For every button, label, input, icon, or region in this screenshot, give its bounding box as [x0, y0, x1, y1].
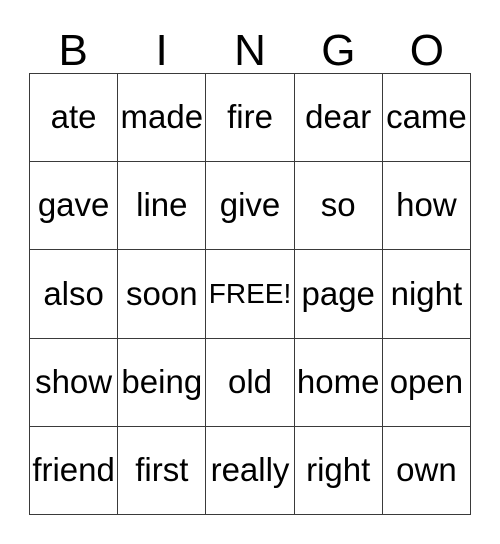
- bingo-cell-b2[interactable]: gave: [30, 162, 119, 251]
- bingo-cell-label: give: [219, 186, 281, 224]
- free-space-label: FREE!: [208, 278, 292, 310]
- bingo-cell-g5[interactable]: right: [294, 426, 383, 515]
- bingo-cell-b3[interactable]: also: [30, 250, 119, 339]
- bingo-cell-i4[interactable]: being: [118, 338, 207, 427]
- bingo-cell-label: fire: [227, 98, 273, 136]
- bingo-cell-label: gave: [37, 186, 110, 224]
- bingo-cell-label: ate: [50, 98, 97, 136]
- header-letter-g: G: [321, 26, 356, 75]
- bingo-cell-i1[interactable]: made: [118, 74, 207, 163]
- bingo-cell-free[interactable]: FREE!: [206, 250, 295, 339]
- bingo-row: friend first really right own: [30, 426, 472, 515]
- bingo-cell-g2[interactable]: so: [294, 162, 383, 251]
- bingo-cell-label: so: [320, 186, 356, 224]
- bingo-row: gave line give so how: [30, 162, 472, 251]
- bingo-cell-label: show: [35, 362, 113, 400]
- bingo-cell-label: line: [136, 186, 188, 224]
- bingo-row: ate made fire dear came: [30, 74, 472, 163]
- bingo-cell-label: own: [396, 451, 457, 489]
- bingo-header: B I N G O: [29, 24, 471, 73]
- bingo-cell-label: being: [121, 362, 203, 400]
- bingo-cell-label: came: [386, 98, 467, 136]
- bingo-cell-label: soon: [126, 274, 198, 312]
- bingo-cell-o5[interactable]: own: [382, 426, 472, 515]
- bingo-cell-i3[interactable]: soon: [118, 250, 207, 339]
- bingo-cell-n1[interactable]: fire: [206, 74, 295, 163]
- bingo-cell-b5[interactable]: friend: [30, 426, 119, 515]
- bingo-row: also soon FREE! page night: [30, 250, 472, 339]
- bingo-cell-b1[interactable]: ate: [30, 74, 119, 163]
- bingo-cell-g1[interactable]: dear: [294, 74, 383, 163]
- bingo-cell-n4[interactable]: old: [206, 338, 295, 427]
- bingo-cell-i2[interactable]: line: [118, 162, 207, 251]
- bingo-cell-b4[interactable]: show: [30, 338, 119, 427]
- bingo-cell-g4[interactable]: home: [294, 338, 383, 427]
- bingo-cell-o4[interactable]: open: [382, 338, 472, 427]
- bingo-cell-label: home: [296, 362, 380, 400]
- bingo-cell-label: open: [389, 362, 464, 400]
- bingo-cell-label: also: [43, 274, 104, 312]
- bingo-grid: ate made fire dear came gave line give s…: [29, 73, 472, 515]
- bingo-cell-label: made: [120, 98, 204, 136]
- bingo-cell-n5[interactable]: really: [206, 426, 295, 515]
- header-letter-n: N: [234, 26, 266, 75]
- header-letter-i: I: [155, 26, 168, 75]
- bingo-cell-label: page: [301, 274, 375, 312]
- bingo-cell-label: how: [396, 186, 457, 224]
- bingo-row: show being old home open: [30, 338, 472, 427]
- bingo-cell-o3[interactable]: night: [382, 250, 472, 339]
- bingo-cell-n2[interactable]: give: [206, 162, 295, 251]
- header-letter-o: O: [409, 26, 444, 75]
- bingo-card: B I N G O ate made fire dear came gave l…: [29, 24, 472, 515]
- bingo-cell-g3[interactable]: page: [294, 250, 383, 339]
- bingo-cell-i5[interactable]: first: [118, 426, 207, 515]
- header-letter-b: B: [58, 26, 88, 75]
- bingo-cell-label: night: [390, 274, 463, 312]
- bingo-cell-o2[interactable]: how: [382, 162, 472, 251]
- bingo-cell-label: really: [210, 451, 290, 489]
- bingo-cell-label: right: [306, 451, 371, 489]
- bingo-cell-label: old: [227, 362, 273, 400]
- bingo-cell-o1[interactable]: came: [382, 74, 472, 163]
- bingo-cell-label: friend: [32, 451, 115, 489]
- bingo-cell-label: first: [135, 451, 189, 489]
- bingo-cell-label: dear: [305, 98, 372, 136]
